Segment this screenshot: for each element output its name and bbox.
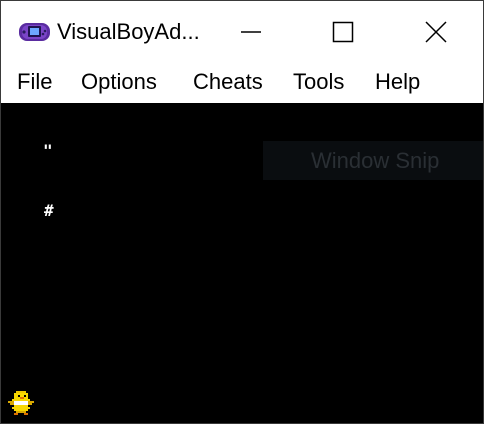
menu-cheats[interactable]: Cheats	[193, 68, 263, 96]
yellow-bird-sprite	[8, 391, 34, 415]
menu-file[interactable]: File	[17, 68, 52, 96]
minimize-button[interactable]	[205, 1, 297, 62]
screen-glyph-quote: "	[43, 141, 53, 160]
emulator-window: VisualBoyAd... File Options Cheats Tools…	[0, 0, 484, 424]
maximize-icon	[332, 21, 354, 42]
close-icon	[425, 20, 447, 43]
menu-help[interactable]: Help	[375, 68, 420, 96]
gameboy-advance-icon	[19, 23, 50, 41]
close-button[interactable]	[389, 1, 483, 62]
maximize-button[interactable]	[297, 1, 389, 62]
window-snip-overlay: Window Snip	[263, 141, 483, 180]
game-screen[interactable]: " # Window Snip	[1, 103, 483, 423]
menu-bar: File Options Cheats Tools Help	[1, 62, 483, 103]
screen-glyph-hash: #	[44, 201, 54, 220]
menu-options[interactable]: Options	[81, 68, 157, 96]
window-title: VisualBoyAd...	[57, 19, 200, 44]
title-bar[interactable]: VisualBoyAd...	[1, 1, 483, 62]
menu-tools[interactable]: Tools	[293, 68, 344, 96]
window-snip-label: Window Snip	[311, 148, 440, 173]
minimize-icon	[241, 30, 261, 33]
